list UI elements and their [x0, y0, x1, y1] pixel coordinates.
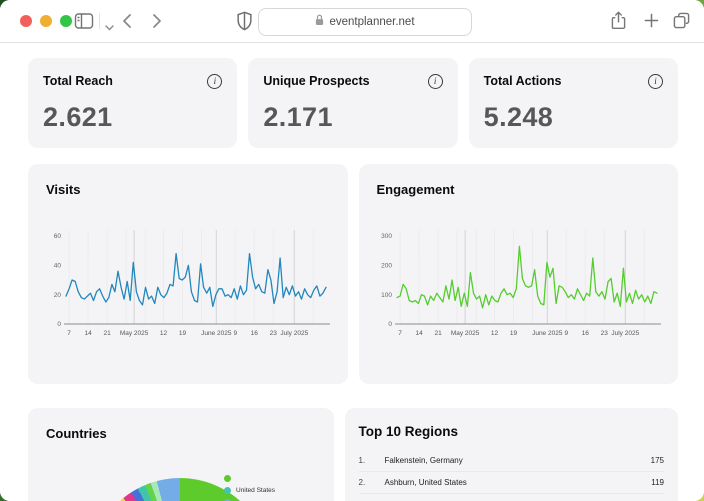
- region-row: 3. Oud-Turnhout, Belgium 83: [359, 494, 665, 501]
- svg-text:16: 16: [251, 330, 259, 337]
- charts-row: Visits 0 20 40 60 7 14 21 May 2025 12 19 June 2025…: [28, 164, 678, 384]
- svg-text:May 2025: May 2025: [120, 330, 149, 337]
- region-name: Ashburn, United States: [384, 478, 467, 487]
- svg-text:20: 20: [54, 292, 62, 299]
- svg-text:July 2025: July 2025: [280, 330, 308, 337]
- stat-card-unique-prospects: Unique Prospects i 2.171: [248, 58, 458, 148]
- region-value: 175: [650, 456, 664, 465]
- svg-text:14: 14: [415, 330, 423, 337]
- svg-text:9: 9: [564, 330, 568, 337]
- regions-list: 1. Falkenstein, Germany 175 2. Ashburn, …: [358, 450, 665, 501]
- chevron-down-icon: [105, 18, 114, 36]
- svg-text:19: 19: [179, 330, 187, 337]
- svg-text:19: 19: [509, 330, 517, 337]
- info-icon[interactable]: i: [207, 74, 223, 89]
- countries-legend: United States: [224, 474, 275, 501]
- svg-text:23: 23: [270, 330, 278, 337]
- forward-icon: [152, 13, 162, 34]
- svg-text:7: 7: [398, 330, 402, 337]
- svg-text:June 2025: June 2025: [201, 330, 232, 337]
- stat-title: Total Reach: [43, 74, 113, 88]
- svg-text:July 2025: July 2025: [611, 330, 639, 337]
- svg-text:100: 100: [381, 292, 392, 299]
- lock-icon: [315, 13, 324, 31]
- new-tab-button[interactable]: [644, 13, 659, 33]
- legend-dot: [224, 486, 231, 494]
- back-button[interactable]: [122, 13, 132, 34]
- region-rank: 2.: [358, 478, 366, 487]
- toolbar-divider: [99, 13, 100, 29]
- legend-label: United States: [236, 486, 276, 494]
- legend-dot: [224, 474, 231, 482]
- stat-title: Unique Prospects: [263, 74, 370, 88]
- shield-icon: [236, 11, 253, 36]
- privacy-report-button[interactable]: [236, 11, 253, 36]
- dashboard-page: Total Reach i 2.621 Unique Prospects i 2…: [0, 43, 704, 501]
- share-icon: [611, 11, 626, 35]
- share-button[interactable]: [611, 11, 626, 35]
- visits-chart-card: Visits 0 20 40 60 7 14 21 May 2025 12 19 June 2025…: [28, 164, 348, 384]
- info-icon[interactable]: i: [647, 74, 663, 89]
- address-bar[interactable]: eventplanner.net: [258, 8, 472, 36]
- svg-text:9: 9: [233, 330, 237, 337]
- tab-overview-button[interactable]: [673, 12, 690, 34]
- region-name: Falkenstein, Germany: [384, 456, 463, 465]
- regions-title: Top 10 Regions: [358, 424, 459, 439]
- close-window-button[interactable]: [20, 15, 32, 27]
- svg-text:23: 23: [600, 330, 608, 337]
- svg-text:May 2025: May 2025: [450, 330, 479, 337]
- svg-text:200: 200: [381, 263, 392, 270]
- address-bar-url: eventplanner.net: [329, 16, 415, 28]
- svg-text:12: 12: [160, 330, 168, 337]
- forward-button[interactable]: [152, 13, 162, 34]
- svg-text:0: 0: [57, 321, 61, 328]
- svg-text:12: 12: [490, 330, 498, 337]
- tab-overview-icon: [673, 12, 690, 34]
- svg-text:21: 21: [434, 330, 442, 337]
- minimize-window-button[interactable]: [40, 15, 52, 27]
- engagement-chart-card: Engagement 0 100 200 300 7 14 21 May 2025 12 19 Ju…: [358, 164, 678, 384]
- svg-text:14: 14: [84, 330, 92, 337]
- countries-card: Countries United States: [28, 408, 334, 501]
- svg-text:60: 60: [54, 233, 62, 240]
- legend-item: United States: [224, 486, 275, 494]
- svg-text:21: 21: [103, 330, 111, 337]
- svg-text:300: 300: [381, 233, 392, 240]
- chart-title: Engagement: [376, 182, 455, 197]
- region-row: 2. Ashburn, United States 119: [358, 472, 664, 494]
- chart-title: Countries: [46, 426, 107, 441]
- stat-card-total-actions: Total Actions i 5.248: [468, 58, 678, 148]
- back-icon: [122, 13, 132, 34]
- stats-row: Total Reach i 2.621 Unique Prospects i 2…: [28, 58, 678, 148]
- sidebar-icon: [74, 12, 94, 35]
- stat-value: 2.171: [263, 102, 333, 132]
- plus-icon: [644, 13, 659, 33]
- region-rank: 1.: [358, 456, 366, 465]
- chart-title: Visits: [46, 182, 81, 197]
- tab-group-menu-button[interactable]: [105, 18, 114, 36]
- bottom-row: Countries United States Top 10 Regions 1…: [28, 408, 678, 501]
- browser-toolbar: eventplanner.net: [0, 0, 704, 43]
- info-icon[interactable]: i: [427, 74, 443, 89]
- visits-line-chart: 0 20 40 60 7 14 21 May 2025 12 19 June 2025 9 16 23 Ju…: [54, 230, 330, 337]
- browser-window: eventplanner.net Total Reach i 2.621 Uni…: [0, 0, 704, 501]
- engagement-line-chart: 0 100 200 300 7 14 21 May 2025 12 19 June 2025 9 16 2…: [381, 230, 661, 337]
- zoom-window-button[interactable]: [60, 15, 72, 27]
- svg-text:0: 0: [388, 321, 392, 328]
- region-row: 1. Falkenstein, Germany 175: [358, 450, 664, 472]
- top-regions-card: Top 10 Regions 1. Falkenstein, Germany 1…: [344, 408, 678, 501]
- stat-value: 2.621: [43, 102, 113, 132]
- svg-text:16: 16: [581, 330, 589, 337]
- legend-item: [224, 474, 275, 482]
- stat-value: 5.248: [483, 102, 554, 132]
- stat-title: Total Actions: [483, 74, 562, 88]
- region-value: 119: [651, 478, 664, 487]
- sidebar-toggle-button[interactable]: [74, 12, 94, 35]
- svg-text:7: 7: [67, 330, 71, 337]
- svg-text:June 2025: June 2025: [532, 330, 563, 337]
- svg-text:40: 40: [54, 263, 62, 270]
- stat-card-total-reach: Total Reach i 2.621: [28, 58, 238, 148]
